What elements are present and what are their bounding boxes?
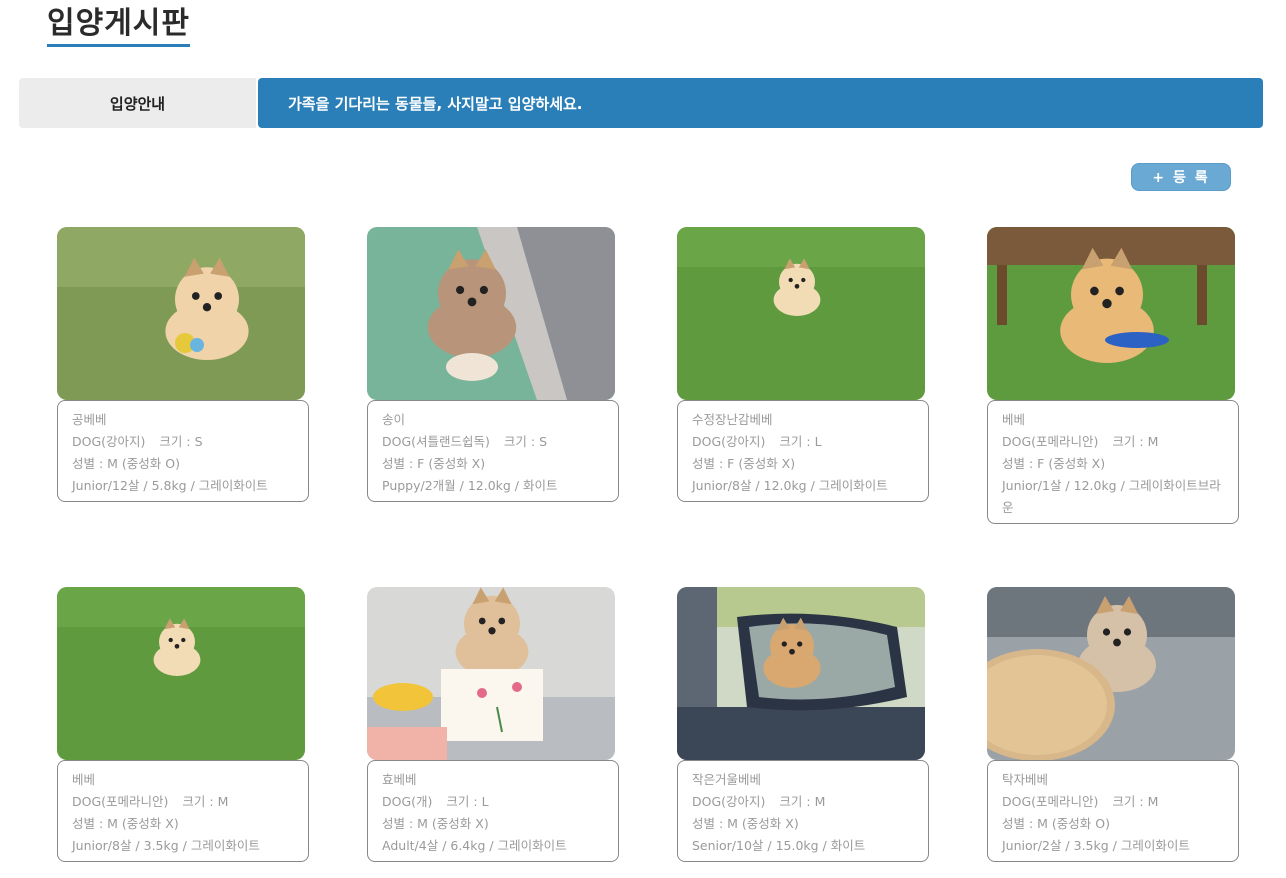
- pet-photo[interactable]: [57, 227, 305, 400]
- pet-details: Junior/12살 / 5.8kg / 그레이화이트: [72, 478, 268, 493]
- pet-name: 베베: [72, 772, 96, 787]
- pet-size: 크기 : M: [1112, 794, 1159, 809]
- pet-info: 송이 DOG(셔틀랜드쉽독) 크기 : S 성별 : F (중성화 X) Pupp…: [367, 400, 619, 502]
- pet-photo[interactable]: [57, 587, 305, 760]
- pet-gender: 성별 : F (중성화 X): [1002, 456, 1106, 471]
- pet-photo[interactable]: [987, 587, 1235, 760]
- pet-details: Junior/8살 / 3.5kg / 그레이화이트: [72, 838, 260, 853]
- pet-details: Junior/2살 / 3.5kg / 그레이화이트: [1002, 838, 1190, 853]
- pet-size: 크기 : M: [1112, 434, 1159, 449]
- pet-type: DOG(포메라니안): [72, 794, 169, 809]
- pet-type: DOG(포메라니안): [1002, 794, 1099, 809]
- pet-type: DOG(셔틀랜드쉽독): [382, 434, 490, 449]
- pet-name: 공베베: [72, 412, 107, 427]
- pet-name: 송이: [382, 412, 406, 427]
- pet-details: Senior/10살 / 15.0kg / 화이트: [692, 838, 866, 853]
- pet-name: 작은거울베베: [692, 772, 762, 787]
- pet-gender: 성별 : F (중성화 X): [382, 456, 486, 471]
- page-title: 입양게시판: [47, 6, 190, 47]
- register-button[interactable]: + 등 록: [1131, 163, 1231, 191]
- pet-photo[interactable]: [987, 227, 1235, 400]
- pet-details: Junior/1살 / 12.0kg / 그레이화이트브라운: [1002, 478, 1221, 515]
- pet-size: 크기 : S: [503, 434, 547, 449]
- pet-gender: 성별 : M (중성화 X): [72, 816, 179, 831]
- pet-photo[interactable]: [367, 587, 615, 760]
- pet-info: 베베 DOG(포메라니안) 크기 : M 성별 : F (중성화 X) Junio…: [987, 400, 1239, 524]
- pet-photo[interactable]: [677, 587, 925, 760]
- pet-name: 탁자베베: [1002, 772, 1049, 787]
- pet-name: 베베: [1002, 412, 1026, 427]
- pet-details: Adult/4살 / 6.4kg / 그레이화이트: [382, 838, 567, 853]
- pet-photo[interactable]: [677, 227, 925, 400]
- pet-gender: 성별 : M (중성화 X): [692, 816, 799, 831]
- pet-size: 크기 : M: [779, 794, 826, 809]
- pet-size: 크기 : L: [779, 434, 822, 449]
- pet-details: Junior/8살 / 12.0kg / 그레이화이트: [692, 478, 888, 493]
- pet-type: DOG(개): [382, 794, 433, 809]
- pet-type: DOG(강아지): [692, 794, 766, 809]
- pet-details: Puppy/2개월 / 12.0kg / 화이트: [382, 478, 558, 493]
- pet-photo[interactable]: [367, 227, 615, 400]
- tab-adoption-guide[interactable]: 입양안내: [19, 78, 256, 128]
- pet-size: 크기 : M: [182, 794, 229, 809]
- pet-type: DOG(강아지): [72, 434, 146, 449]
- pet-size: 크기 : S: [159, 434, 203, 449]
- pet-gender: 성별 : M (중성화 O): [72, 456, 180, 471]
- pet-info: 효베베 DOG(개) 크기 : L 성별 : M (중성화 X) Adult/4살…: [367, 760, 619, 862]
- pet-name: 수정장난감베베: [692, 412, 773, 427]
- pet-info: 탁자베베 DOG(포메라니안) 크기 : M 성별 : M (중성화 O) Jun…: [987, 760, 1239, 862]
- pet-type: DOG(포메라니안): [1002, 434, 1099, 449]
- pet-info: 공베베 DOG(강아지) 크기 : S 성별 : M (중성화 O) Junior…: [57, 400, 309, 502]
- pet-info: 베베 DOG(포메라니안) 크기 : M 성별 : M (중성화 X) Junio…: [57, 760, 309, 862]
- adoption-banner: 가족을 기다리는 동물들, 사지말고 입양하세요.: [258, 78, 1263, 128]
- pet-gender: 성별 : M (중성화 O): [1002, 816, 1110, 831]
- pet-type: DOG(강아지): [692, 434, 766, 449]
- pet-gender: 성별 : F (중성화 X): [692, 456, 796, 471]
- pet-gender: 성별 : M (중성화 X): [382, 816, 489, 831]
- pet-info: 작은거울베베 DOG(강아지) 크기 : M 성별 : M (중성화 X) Sen…: [677, 760, 929, 862]
- pet-size: 크기 : L: [446, 794, 489, 809]
- pet-info: 수정장난감베베 DOG(강아지) 크기 : L 성별 : F (중성화 X) Ju…: [677, 400, 929, 502]
- pet-name: 효베베: [382, 772, 417, 787]
